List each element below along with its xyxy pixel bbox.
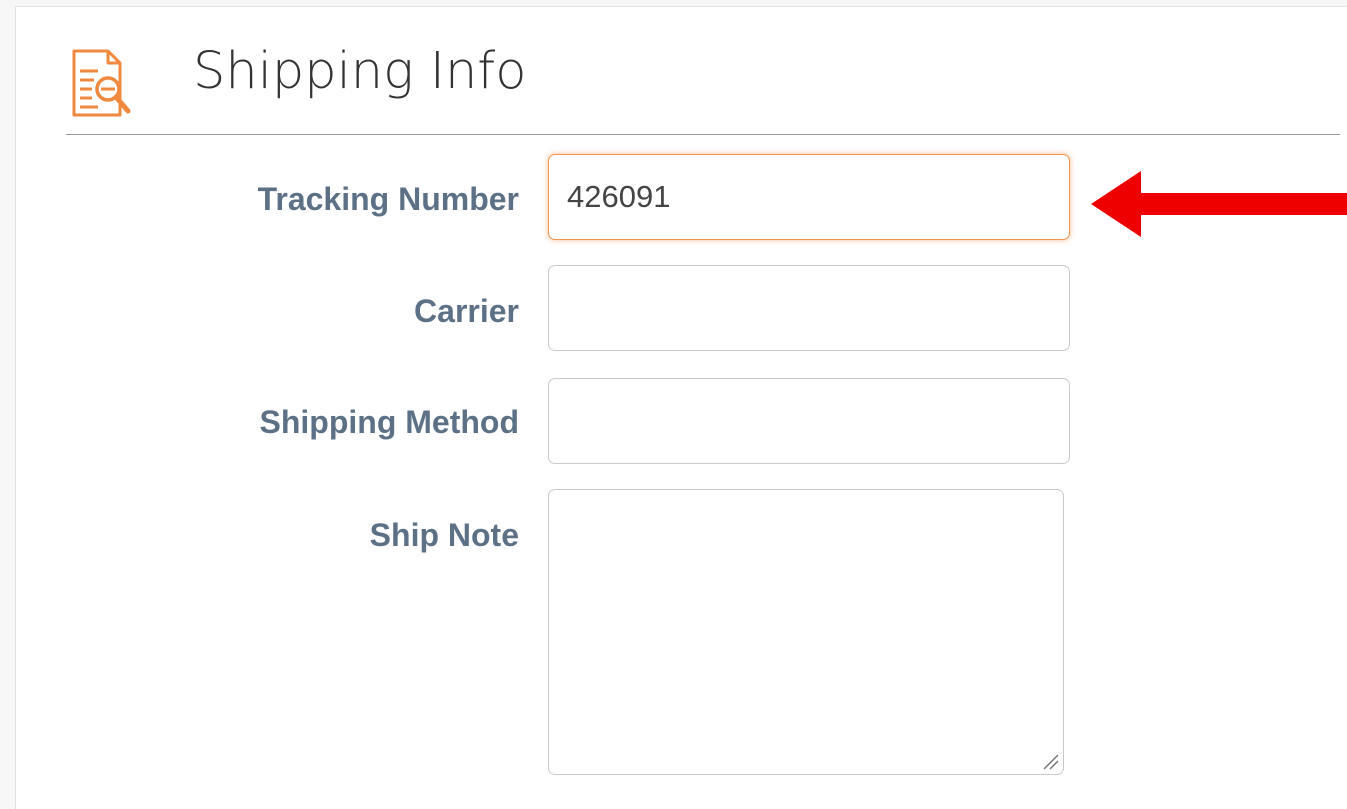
page-title: Shipping Info: [193, 42, 527, 101]
document-search-icon: [72, 49, 131, 117]
carrier-label: Carrier: [414, 293, 519, 329]
header-divider: [66, 134, 1340, 135]
arrow-left-icon: [1091, 171, 1347, 237]
resize-handle-icon[interactable]: [1040, 751, 1060, 771]
shipping-info-panel: Shipping Info Tracking Number Carrier Sh…: [15, 6, 1347, 809]
shipping-method-input[interactable]: [548, 378, 1070, 464]
shipping-method-label: Shipping Method: [259, 404, 520, 440]
carrier-input[interactable]: [548, 265, 1070, 351]
tracking-number-label: Tracking Number: [257, 181, 519, 217]
ship-note-label: Ship Note: [369, 517, 519, 553]
tracking-number-input[interactable]: [548, 154, 1070, 240]
ship-note-textarea[interactable]: [548, 489, 1064, 775]
